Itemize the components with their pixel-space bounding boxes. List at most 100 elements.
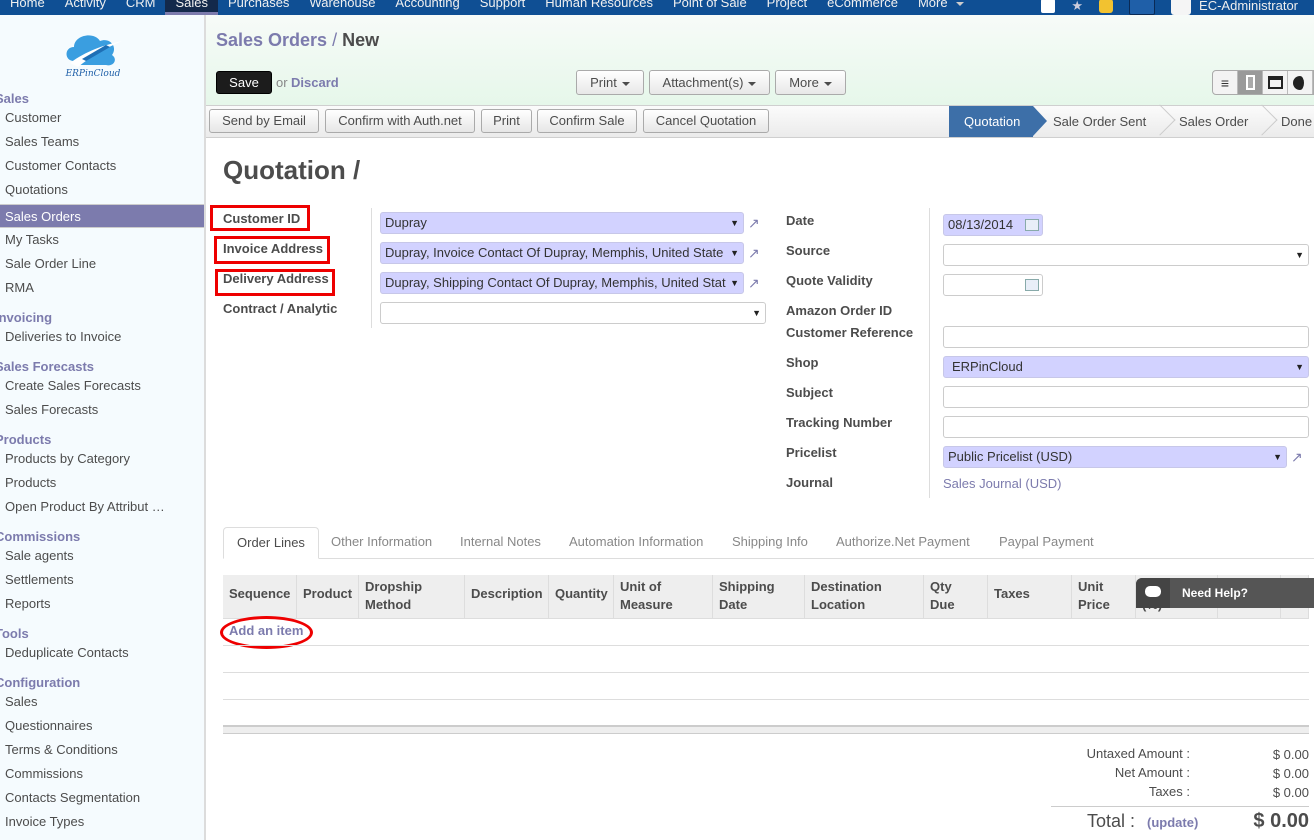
star-icon[interactable]: ★ <box>1071 0 1083 13</box>
attachments-dropdown[interactable]: Attachment(s) <box>649 70 770 95</box>
sidebar-item-products[interactable]: Products <box>0 471 204 495</box>
update-link[interactable]: (update) <box>1147 815 1198 830</box>
quote-validity-field[interactable] <box>943 274 1043 296</box>
col-description[interactable]: Description <box>465 575 549 619</box>
sidebar-item-invoice-types[interactable]: Invoice Types <box>0 810 204 834</box>
print-dropdown[interactable]: Print <box>576 70 644 95</box>
external-link-icon[interactable]: ↗ <box>1291 450 1307 464</box>
sidebar-item-open-product-by-attribute[interactable]: Open Product By Attribut … <box>0 495 204 519</box>
tab-internal-notes[interactable]: Internal Notes <box>447 527 554 559</box>
menu-home[interactable]: Home <box>0 0 55 15</box>
sidebar-item-customer-contacts[interactable]: Customer Contacts <box>0 154 204 178</box>
menu-sales[interactable]: Sales <box>165 0 218 15</box>
sidebar-item-config-sales[interactable]: Sales <box>0 690 204 714</box>
sidebar-item-config-commissions[interactable]: Commissions <box>0 762 204 786</box>
sidebar-item-settlements[interactable]: Settlements <box>0 568 204 592</box>
menu-project[interactable]: Project <box>757 0 817 15</box>
calendar-icon[interactable] <box>1025 219 1039 231</box>
graph-view-icon[interactable] <box>1288 71 1313 94</box>
journal-link[interactable]: Sales Journal (USD) <box>943 476 1062 491</box>
sidebar-item-rma[interactable]: RMA <box>0 276 204 300</box>
menu-purchases[interactable]: Purchases <box>218 0 299 15</box>
sidebar-item-create-sales-forecasts[interactable]: Create Sales Forecasts <box>0 374 204 398</box>
sidebar-item-contacts-segmentation[interactable]: Contacts Segmentation <box>0 786 204 810</box>
contract-analytic-field[interactable]: ▼ <box>380 302 766 324</box>
send-by-email-button[interactable]: Send by Email <box>209 109 319 133</box>
col-taxes[interactable]: Taxes <box>988 575 1072 619</box>
pricelist-field[interactable]: Public Pricelist (USD) ▼ <box>943 446 1287 468</box>
menu-more[interactable]: More <box>908 0 974 15</box>
tab-order-lines[interactable]: Order Lines <box>223 527 319 559</box>
sidebar-item-deliveries-to-invoice[interactable]: Deliveries to Invoice <box>0 325 204 349</box>
tracking-number-field[interactable] <box>943 416 1309 438</box>
sidebar-item-sale-order-line[interactable]: Sale Order Line <box>0 252 204 276</box>
tab-paypal-payment[interactable]: Paypal Payment <box>986 527 1107 559</box>
col-unit-of-measure[interactable]: Unit of Measure <box>614 575 713 619</box>
alert-icon[interactable] <box>1099 0 1114 13</box>
tab-automation-information[interactable]: Automation Information <box>556 527 716 559</box>
stage-quotation[interactable]: Quotation <box>949 106 1047 137</box>
delivery-address-field[interactable]: Dupray, Shipping Contact Of Dupray, Memp… <box>380 272 744 294</box>
menu-activity[interactable]: Activity <box>55 0 116 15</box>
sidebar-item-sales-orders[interactable]: Sales Orders <box>0 204 204 228</box>
col-sequence[interactable]: Sequence <box>223 575 297 619</box>
discard-link[interactable]: Discard <box>291 75 339 90</box>
menu-human-resources[interactable]: Human Resources <box>535 0 663 15</box>
col-shipping-date[interactable]: Shipping Date <box>713 575 805 619</box>
menu-point-of-sale[interactable]: Point of Sale <box>663 0 757 15</box>
customer-id-field[interactable]: Dupray ▼ <box>380 212 744 234</box>
col-unit-price[interactable]: Unit Price <box>1072 575 1136 619</box>
col-dropship-method[interactable]: Dropship Method <box>359 575 465 619</box>
menu-warehouse[interactable]: Warehouse <box>299 0 385 15</box>
sidebar-item-quotations[interactable]: Quotations <box>0 178 204 202</box>
more-dropdown[interactable]: More <box>775 70 846 95</box>
user-menu[interactable]: EC-Administrator <box>1199 0 1314 13</box>
cancel-quotation-button[interactable]: Cancel Quotation <box>643 109 769 133</box>
sidebar-item-sales-teams[interactable]: Sales Teams <box>0 130 204 154</box>
breadcrumb-sales-orders[interactable]: Sales Orders <box>216 30 327 50</box>
mail-icon[interactable] <box>1041 0 1056 13</box>
menu-support[interactable]: Support <box>470 0 536 15</box>
col-qty-due[interactable]: Qty Due <box>924 575 988 619</box>
sidebar-item-customer[interactable]: Customer <box>0 106 204 130</box>
sidebar-item-reports[interactable]: Reports <box>0 592 204 616</box>
confirm-sale-button[interactable]: Confirm Sale <box>537 109 637 133</box>
col-destination-location[interactable]: Destination Location <box>805 575 924 619</box>
customer-reference-field[interactable] <box>943 326 1309 348</box>
sidebar-item-products-by-category[interactable]: Products by Category <box>0 447 204 471</box>
sidebar-item-deduplicate-contacts[interactable]: Deduplicate Contacts <box>0 641 204 665</box>
sidebar-item-sale-agents[interactable]: Sale agents <box>0 544 204 568</box>
source-field[interactable]: ▼ <box>943 244 1309 266</box>
erpincloud-icon[interactable] <box>1129 0 1156 15</box>
form-view-icon[interactable] <box>1238 71 1263 94</box>
need-help-widget[interactable]: Need Help? <box>1136 578 1314 608</box>
subject-field[interactable] <box>943 386 1309 408</box>
save-button[interactable]: Save <box>216 71 272 94</box>
sidebar-item-my-tasks[interactable]: My Tasks <box>0 228 204 252</box>
sidebar-item-questionnaires[interactable]: Questionnaires <box>0 714 204 738</box>
menu-ecommerce[interactable]: eCommerce <box>817 0 908 15</box>
shop-field[interactable]: ERPinCloud ▼ <box>943 356 1309 378</box>
date-field[interactable]: 08/13/2014 <box>943 214 1043 236</box>
stage-sale-order-sent[interactable]: Sale Order Sent <box>1033 104 1176 137</box>
tab-shipping-info[interactable]: Shipping Info <box>719 527 821 559</box>
external-link-icon[interactable]: ↗ <box>748 216 764 230</box>
stage-done[interactable]: Done <box>1261 106 1314 137</box>
sidebar-item-sales-forecasts[interactable]: Sales Forecasts <box>0 398 204 422</box>
list-view-icon[interactable]: ≡ <box>1213 71 1238 94</box>
calendar-icon[interactable] <box>1025 279 1039 291</box>
col-product[interactable]: Product <box>297 575 359 619</box>
menu-accounting[interactable]: Accounting <box>385 0 469 15</box>
col-quantity[interactable]: Quantity <box>549 575 614 619</box>
external-link-icon[interactable]: ↗ <box>748 246 764 260</box>
calendar-view-icon[interactable] <box>1263 71 1288 94</box>
external-link-icon[interactable]: ↗ <box>748 276 764 290</box>
confirm-with-authnet-button[interactable]: Confirm with Auth.net <box>325 109 475 133</box>
tab-other-information[interactable]: Other Information <box>318 527 445 559</box>
menu-crm[interactable]: CRM <box>116 0 166 15</box>
invoice-address-field[interactable]: Dupray, Invoice Contact Of Dupray, Memph… <box>380 242 744 264</box>
tab-authorize-net-payment[interactable]: Authorize.Net Payment <box>823 527 983 559</box>
stage-sales-order[interactable]: Sales Order <box>1159 104 1278 137</box>
sidebar-item-terms-conditions[interactable]: Terms & Conditions <box>0 738 204 762</box>
user-avatar-icon[interactable] <box>1171 0 1192 15</box>
